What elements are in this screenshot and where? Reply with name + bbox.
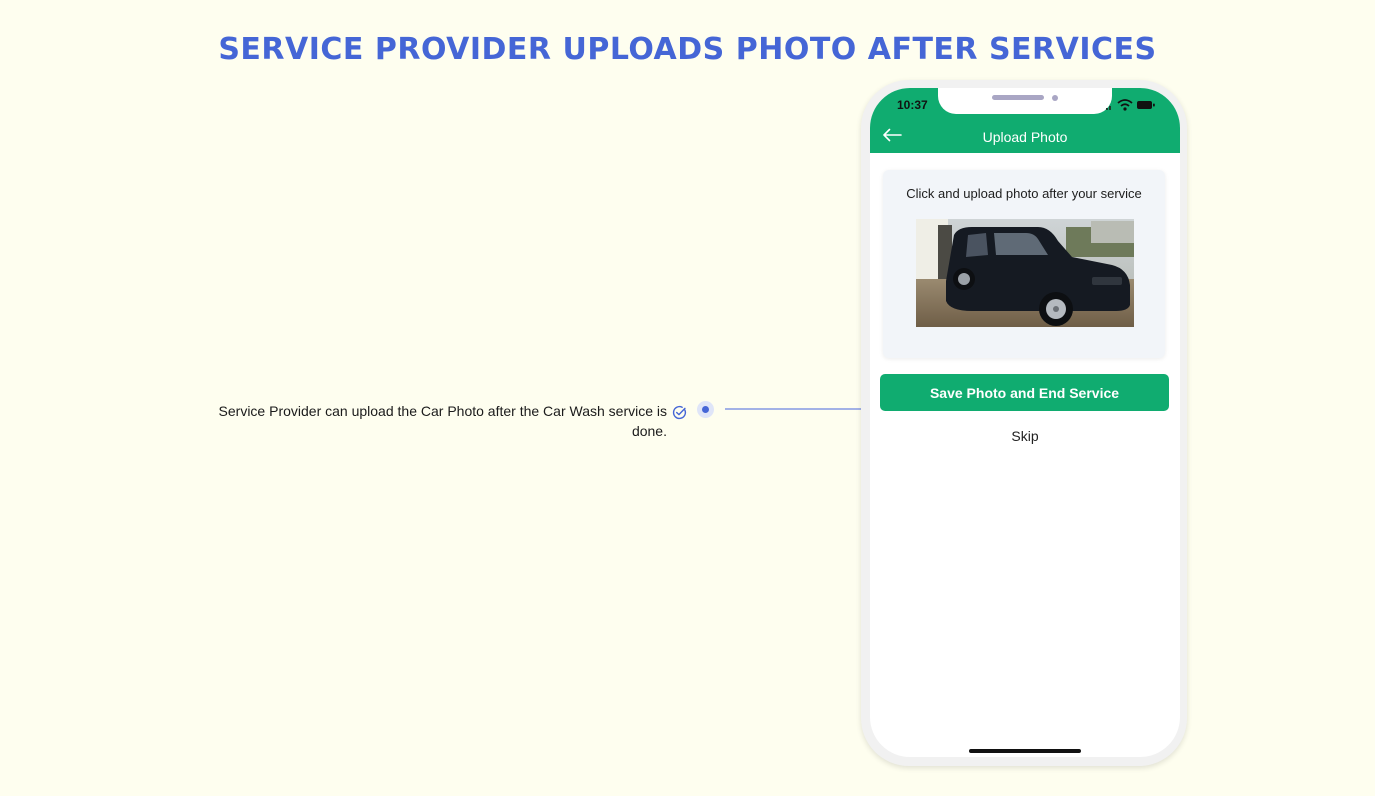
upload-instructions: Click and upload photo after your servic… — [906, 186, 1142, 201]
callout-connector-line — [725, 408, 865, 410]
wifi-icon — [1117, 99, 1133, 111]
phone-notch — [938, 88, 1112, 114]
status-time: 10:37 — [897, 98, 928, 112]
page-title: SERVICE PROVIDER UPLOADS PHOTO AFTER SER… — [218, 32, 1157, 67]
callout-text: Service Provider can upload the Car Phot… — [218, 403, 667, 439]
header-title: Upload Photo — [982, 129, 1068, 145]
phone-screen: 10:37 Upload Photo Click and upload phot… — [870, 88, 1180, 757]
save-photo-end-service-button[interactable]: Save Photo and End Service — [880, 374, 1169, 411]
battery-icon — [1137, 101, 1155, 109]
car-photo[interactable] — [916, 219, 1134, 327]
app-header: 10:37 Upload Photo — [870, 88, 1180, 153]
speaker-icon — [992, 95, 1044, 100]
page: SERVICE PROVIDER UPLOADS PHOTO AFTER SER… — [0, 0, 1375, 796]
home-indicator — [969, 749, 1081, 753]
check-circle-icon — [672, 405, 687, 420]
skip-link[interactable]: Skip — [870, 428, 1180, 444]
callout-dot-marker — [697, 401, 714, 418]
camera-icon — [1052, 95, 1058, 101]
signal-icon — [1106, 106, 1111, 110]
upload-card[interactable]: Click and upload photo after your servic… — [883, 170, 1165, 358]
phone-frame: 10:37 Upload Photo Click and upload phot… — [861, 80, 1187, 766]
status-icons — [1106, 99, 1155, 111]
